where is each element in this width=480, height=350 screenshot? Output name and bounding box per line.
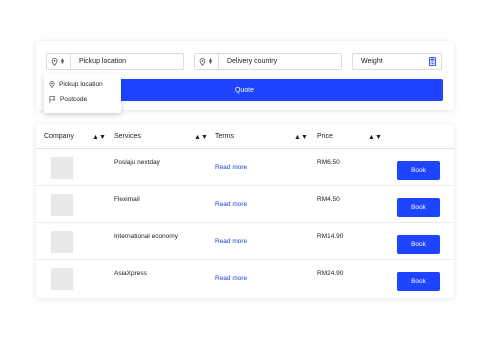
- map-pin-icon: [49, 81, 55, 88]
- weight-label: Weight: [361, 58, 383, 65]
- book-button[interactable]: Book: [397, 161, 440, 180]
- column-header-label: Terms: [215, 133, 235, 140]
- delivery-country-select[interactable]: ▲ ▼ Delivery country: [194, 53, 342, 70]
- sort-icon[interactable]: ▲ ▼: [368, 134, 382, 141]
- chevron-updown-icon: ▲ ▼: [208, 56, 213, 66]
- dropdown-item-label: Pickup location: [59, 81, 103, 88]
- company-logo: [51, 268, 73, 290]
- sort-icon[interactable]: ▲ ▼: [92, 134, 106, 141]
- calculator-icon[interactable]: [429, 57, 436, 66]
- terms-read-more-link[interactable]: Read more: [215, 164, 247, 171]
- service-name: Fleximail: [114, 196, 140, 203]
- service-name: Poslaju nextday: [114, 159, 160, 166]
- company-logo: [51, 194, 73, 216]
- book-button[interactable]: Book: [397, 235, 440, 254]
- dropdown-item-pickup-location[interactable]: Pickup location: [44, 77, 121, 92]
- service-name: International economy: [114, 233, 178, 240]
- map-pin-icon: [51, 57, 58, 66]
- table-row: Fleximail Read more RM4.50 Book: [36, 187, 454, 223]
- pickup-location-select[interactable]: ▲ ▼ Pickup location: [46, 53, 184, 70]
- column-header-services[interactable]: Services: [114, 133, 141, 140]
- delivery-type-toggle[interactable]: ▲ ▼: [195, 54, 219, 69]
- dropdown-item-label: Postcode: [60, 96, 88, 103]
- book-button[interactable]: Book: [397, 272, 440, 291]
- weight-input[interactable]: Weight: [352, 53, 442, 70]
- company-logo: [51, 157, 73, 179]
- price: RM14.90: [317, 233, 344, 240]
- table-header: Company ▲ ▼ Services ▲ ▼ Terms ▲ ▼ Price ▲ ▼: [36, 124, 454, 149]
- terms-read-more-link[interactable]: Read more: [215, 275, 247, 282]
- sort-icon[interactable]: ▲ ▼: [294, 134, 308, 141]
- price: RM4.50: [317, 196, 340, 203]
- flag-icon: [49, 96, 56, 103]
- sort-icon[interactable]: ▲ ▼: [194, 134, 208, 141]
- column-header-company[interactable]: Company: [44, 133, 74, 140]
- terms-read-more-link[interactable]: Read more: [215, 201, 247, 208]
- table-row: Poslaju nextday Read more RM6.50 Book: [36, 150, 454, 186]
- pickup-location-label: Pickup location: [78, 58, 127, 65]
- table-row: AsiaXpress Read more RM24.90 Book: [36, 261, 454, 297]
- company-logo: [51, 231, 73, 253]
- column-header-label: Price: [317, 133, 333, 140]
- terms-read-more-link[interactable]: Read more: [215, 238, 247, 245]
- column-header-terms[interactable]: Terms: [215, 133, 234, 140]
- book-button[interactable]: Book: [397, 198, 440, 217]
- dropdown-item-postcode[interactable]: Postcode: [44, 92, 121, 107]
- map-pin-icon: [199, 57, 206, 66]
- pickup-location-type-toggle[interactable]: ▲ ▼: [47, 54, 71, 69]
- location-type-dropdown: Pickup location Postcode: [44, 74, 121, 113]
- column-header-label: Services: [114, 133, 141, 140]
- price: RM24.90: [317, 270, 344, 277]
- chevron-updown-icon: ▲ ▼: [60, 56, 65, 66]
- column-header-price[interactable]: Price: [317, 133, 333, 140]
- price: RM6.50: [317, 159, 340, 166]
- table-row: International economy Read more RM14.90 …: [36, 224, 454, 260]
- results-table: Company ▲ ▼ Services ▲ ▼ Terms ▲ ▼ Price ▲ ▼…: [36, 124, 454, 298]
- delivery-country-label: Delivery country: [226, 58, 278, 65]
- column-header-label: Company: [44, 133, 74, 140]
- service-name: AsiaXpress: [114, 270, 147, 277]
